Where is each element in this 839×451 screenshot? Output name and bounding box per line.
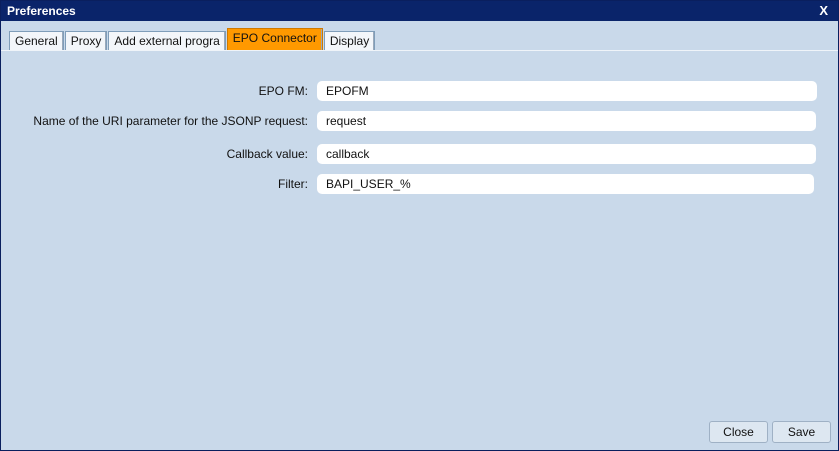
epo-fm-row: EPO FM: [1, 81, 838, 101]
title-bar[interactable]: Preferences X [1, 1, 838, 21]
filter-label: Filter: [278, 177, 308, 191]
tab-general[interactable]: General [9, 31, 64, 50]
filter-row: Filter: [1, 174, 838, 194]
tab-strip: General Proxy Add external progra EPO Co… [9, 28, 376, 50]
close-button[interactable]: Close [709, 421, 768, 443]
window-title: Preferences [7, 4, 76, 18]
uri-param-label: Name of the URI parameter for the JSONP … [33, 114, 308, 128]
preferences-dialog: Preferences X General Proxy Add external… [0, 0, 839, 451]
tab-add-external-programs[interactable]: Add external progra [108, 31, 226, 50]
callback-label: Callback value: [226, 147, 308, 161]
callback-row: Callback value: [1, 144, 838, 164]
close-icon[interactable]: X [819, 3, 828, 18]
epo-fm-label: EPO FM: [258, 84, 308, 98]
filter-field[interactable] [317, 174, 814, 194]
uri-param-field[interactable] [317, 111, 816, 131]
tab-divider [1, 50, 838, 51]
uri-param-row: Name of the URI parameter for the JSONP … [1, 111, 838, 131]
epo-fm-field[interactable] [317, 81, 817, 101]
save-button[interactable]: Save [772, 421, 831, 443]
tab-proxy[interactable]: Proxy [64, 31, 108, 50]
tab-display[interactable]: Display [323, 31, 376, 50]
callback-field[interactable] [317, 144, 816, 164]
tab-epo-connector[interactable]: EPO Connector [226, 28, 323, 50]
